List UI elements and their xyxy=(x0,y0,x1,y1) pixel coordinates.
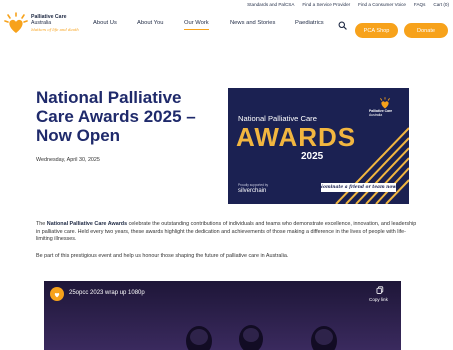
donate-button[interactable]: Donate xyxy=(404,23,448,38)
site-logo[interactable]: Palliative Care Australia Matters of lif… xyxy=(4,12,82,36)
copy-link-label[interactable]: Copy link xyxy=(369,297,388,302)
utility-link-cart[interactable]: Cart (0) xyxy=(433,2,449,7)
utility-link-standards[interactable]: Standards and PalCSA xyxy=(247,2,294,7)
banner-year: 2025 xyxy=(301,151,324,162)
channel-heart-icon xyxy=(54,292,60,298)
article-paragraph-1: The National Palliative Care Awards cele… xyxy=(36,221,421,244)
article-paragraph-2: Be part of this prestigious event and he… xyxy=(36,253,289,259)
copy-link-icon[interactable] xyxy=(376,286,384,294)
pca-shop-button[interactable]: PCA Shop xyxy=(355,23,398,38)
nav-item-about-you[interactable]: About You xyxy=(137,20,163,29)
nav-item-our-work[interactable]: Our Work xyxy=(184,20,209,30)
awards-banner-image: Palliative Care Australia National Palli… xyxy=(228,88,409,204)
site-header: Palliative Care Australia Matters of lif… xyxy=(0,8,453,42)
logo-name-line2: Australia xyxy=(31,20,52,26)
utility-link-faqs[interactable]: FAQs xyxy=(414,2,426,7)
search-icon[interactable] xyxy=(338,21,347,30)
utility-link-service-provider[interactable]: Find a Service Provider xyxy=(302,2,350,7)
nav-item-about-us[interactable]: About Us xyxy=(93,20,117,29)
nav-item-paediatrics[interactable]: Paediatrics xyxy=(295,20,324,29)
utility-link-consumer-voice[interactable]: Find a Consumer Voice xyxy=(358,2,406,7)
p1-bold-awards-name: National Palliative Care Awards xyxy=(46,221,128,227)
banner-supported-by: Proudly supported by xyxy=(238,183,269,187)
banner-logo-line2: Australia xyxy=(369,113,383,117)
banner-heart-icon xyxy=(380,97,390,109)
banner-logo: Palliative Care Australia xyxy=(369,97,405,119)
logo-tagline: Matters of life and death xyxy=(31,27,79,32)
p1-lead: The xyxy=(36,221,47,227)
video-title[interactable]: 25opcc 2023 wrap up 1080p xyxy=(69,290,145,296)
page-title: National Palliative Care Awards 2025 – N… xyxy=(36,88,196,145)
video-channel-avatar[interactable] xyxy=(50,287,64,301)
banner-sponsor-name: silverchain xyxy=(238,188,267,194)
heart-sun-logo-icon xyxy=(4,12,28,33)
banner-nominate-cta: Nominate a friend or team now! xyxy=(319,183,398,192)
embedded-video-player[interactable]: 25opcc 2023 wrap up 1080p Copy link xyxy=(44,281,401,350)
nav-item-news-and-stories[interactable]: News and Stories xyxy=(230,20,275,29)
banner-awards-text: AWARDS xyxy=(236,122,357,152)
article-date: Wednesday, April 30, 2025 xyxy=(36,157,100,163)
